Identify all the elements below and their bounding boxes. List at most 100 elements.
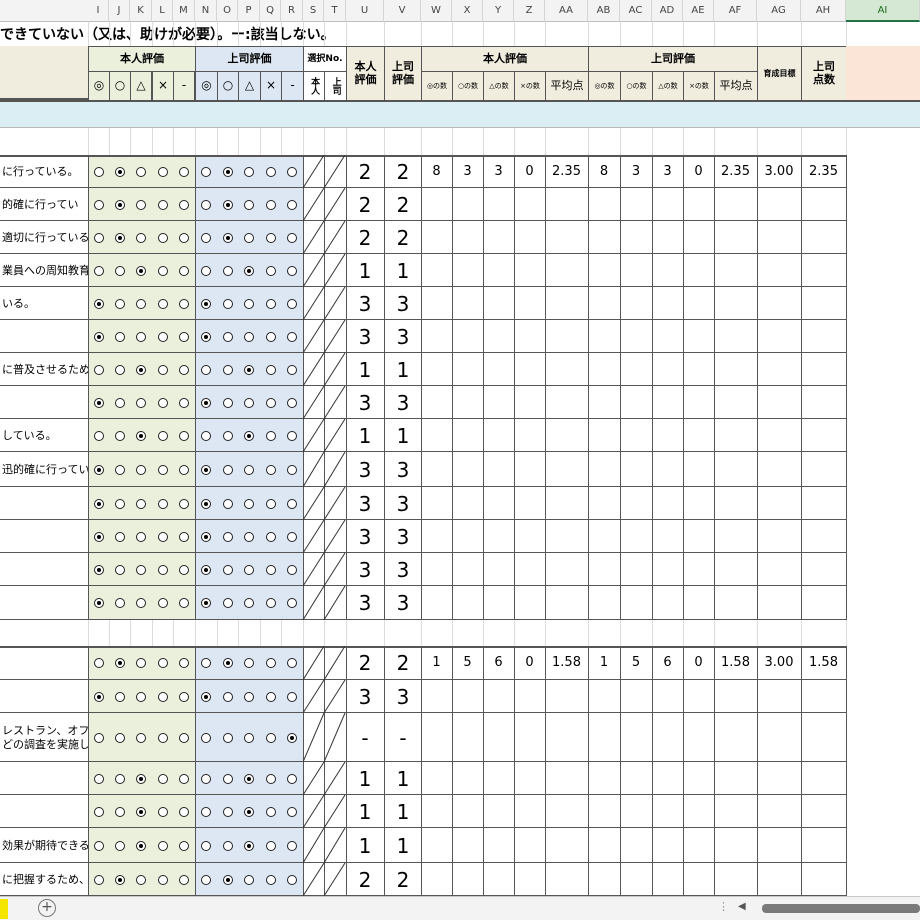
self-radio[interactable] — [136, 691, 146, 702]
self-radio[interactable] — [94, 298, 104, 309]
resize-handle[interactable]: ⋮ — [718, 900, 729, 913]
boss-radio[interactable] — [287, 397, 297, 408]
boss-radio[interactable] — [244, 732, 254, 743]
self-radio[interactable] — [94, 232, 104, 243]
boss-radio[interactable] — [223, 564, 233, 575]
self-radio[interactable] — [115, 531, 125, 542]
self-radio[interactable] — [115, 331, 125, 342]
boss-radio[interactable] — [201, 498, 211, 509]
self-radio[interactable] — [158, 658, 168, 668]
self-radio[interactable] — [136, 464, 146, 475]
boss-radio[interactable] — [201, 564, 211, 575]
boss-radio[interactable] — [266, 840, 276, 851]
boss-radio[interactable] — [244, 806, 254, 817]
self-radio[interactable] — [94, 265, 104, 276]
boss-radio[interactable] — [223, 397, 233, 408]
self-radio[interactable] — [158, 498, 168, 509]
boss-radio[interactable] — [287, 691, 297, 702]
self-radio[interactable] — [115, 598, 125, 608]
boss-radio[interactable] — [287, 364, 297, 375]
boss-radio[interactable] — [201, 732, 211, 743]
self-radio[interactable] — [179, 531, 189, 542]
boss-radio[interactable] — [223, 364, 233, 375]
self-radio[interactable] — [158, 564, 168, 575]
self-radio[interactable] — [94, 498, 104, 509]
self-radio[interactable] — [94, 691, 104, 702]
boss-radio[interactable] — [266, 773, 276, 784]
self-radio[interactable] — [158, 199, 168, 210]
boss-radio[interactable] — [201, 464, 211, 475]
boss-radio[interactable] — [287, 166, 297, 177]
self-radio[interactable] — [179, 598, 189, 608]
boss-radio[interactable] — [244, 298, 254, 309]
self-radio[interactable] — [179, 658, 189, 668]
boss-radio[interactable] — [244, 464, 254, 475]
boss-radio[interactable] — [223, 840, 233, 851]
self-radio[interactable] — [158, 331, 168, 342]
self-radio[interactable] — [158, 430, 168, 441]
boss-radio[interactable] — [223, 691, 233, 702]
self-radio[interactable] — [94, 806, 104, 817]
self-radio[interactable] — [115, 806, 125, 817]
self-radio[interactable] — [158, 298, 168, 309]
boss-radio[interactable] — [287, 298, 297, 309]
boss-radio[interactable] — [223, 806, 233, 817]
boss-radio[interactable] — [223, 430, 233, 441]
boss-radio[interactable] — [287, 658, 297, 668]
boss-radio[interactable] — [223, 331, 233, 342]
boss-radio[interactable] — [266, 298, 276, 309]
self-radio[interactable] — [136, 564, 146, 575]
self-radio[interactable] — [179, 691, 189, 702]
self-radio[interactable] — [179, 806, 189, 817]
self-radio[interactable] — [136, 598, 146, 608]
self-radio[interactable] — [115, 691, 125, 702]
boss-radio[interactable] — [266, 498, 276, 509]
boss-radio[interactable] — [266, 598, 276, 608]
boss-radio[interactable] — [266, 464, 276, 475]
boss-radio[interactable] — [287, 773, 297, 784]
boss-radio[interactable] — [287, 464, 297, 475]
boss-radio[interactable] — [287, 840, 297, 851]
self-radio[interactable] — [179, 331, 189, 342]
boss-radio[interactable] — [201, 430, 211, 441]
boss-radio[interactable] — [201, 199, 211, 210]
boss-radio[interactable] — [244, 773, 254, 784]
self-radio[interactable] — [179, 166, 189, 177]
self-radio[interactable] — [94, 732, 104, 743]
self-radio[interactable] — [94, 840, 104, 851]
boss-radio[interactable] — [201, 531, 211, 542]
boss-radio[interactable] — [201, 331, 211, 342]
self-radio[interactable] — [94, 166, 104, 177]
boss-radio[interactable] — [201, 691, 211, 702]
boss-radio[interactable] — [223, 598, 233, 608]
horizontal-scrollbar[interactable] — [762, 904, 920, 913]
self-radio[interactable] — [179, 199, 189, 210]
self-radio[interactable] — [115, 874, 125, 885]
self-radio[interactable] — [179, 564, 189, 575]
boss-radio[interactable] — [266, 430, 276, 441]
self-radio[interactable] — [136, 874, 146, 885]
self-radio[interactable] — [158, 840, 168, 851]
self-radio[interactable] — [115, 564, 125, 575]
sheet-tab[interactable] — [0, 899, 8, 919]
boss-radio[interactable] — [201, 298, 211, 309]
boss-radio[interactable] — [266, 232, 276, 243]
boss-radio[interactable] — [266, 732, 276, 743]
boss-radio[interactable] — [266, 874, 276, 885]
self-radio[interactable] — [115, 199, 125, 210]
boss-radio[interactable] — [201, 166, 211, 177]
boss-radio[interactable] — [201, 840, 211, 851]
boss-radio[interactable] — [244, 498, 254, 509]
boss-radio[interactable] — [287, 564, 297, 575]
boss-radio[interactable] — [266, 265, 276, 276]
boss-radio[interactable] — [201, 874, 211, 885]
self-radio[interactable] — [179, 265, 189, 276]
self-radio[interactable] — [158, 364, 168, 375]
boss-radio[interactable] — [287, 430, 297, 441]
self-radio[interactable] — [94, 564, 104, 575]
self-radio[interactable] — [136, 840, 146, 851]
self-radio[interactable] — [94, 874, 104, 885]
boss-radio[interactable] — [266, 364, 276, 375]
boss-radio[interactable] — [223, 166, 233, 177]
self-radio[interactable] — [115, 166, 125, 177]
